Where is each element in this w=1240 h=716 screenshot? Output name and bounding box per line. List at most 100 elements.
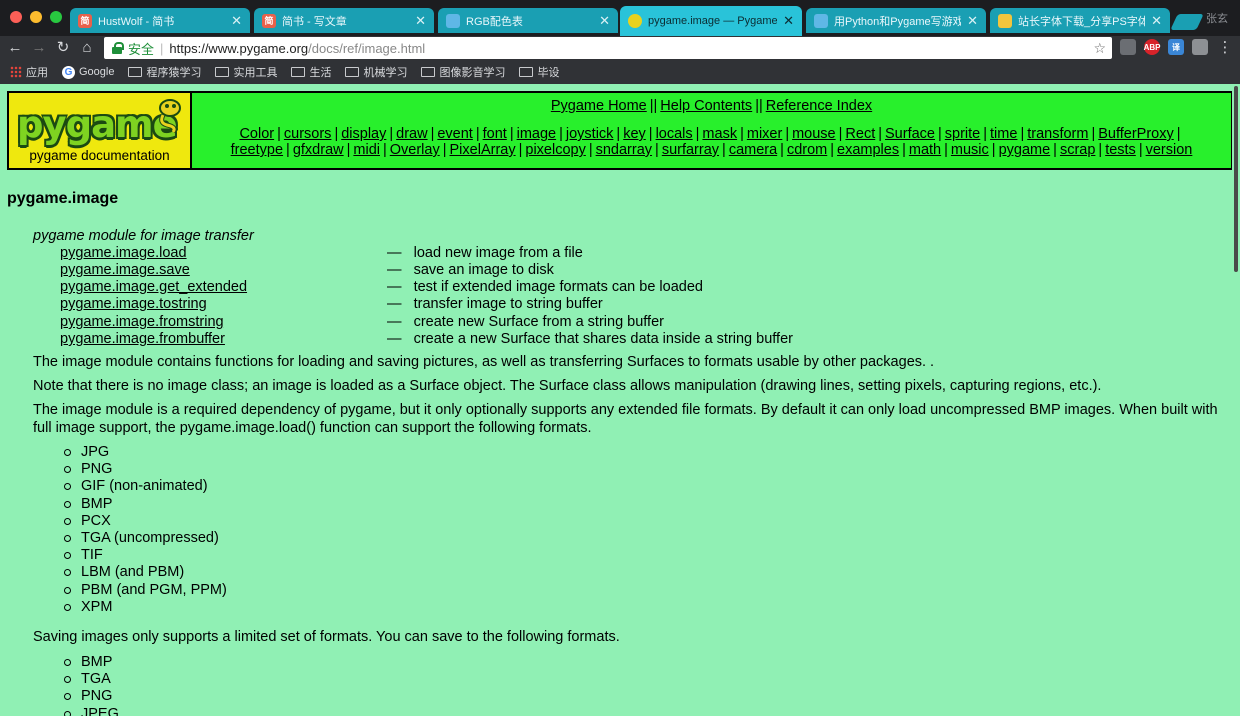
function-link-tostring[interactable]: pygame.image.tostring bbox=[60, 296, 207, 312]
function-link-frombuffer[interactable]: pygame.image.frombuffer bbox=[60, 331, 225, 347]
zoom-window-button[interactable] bbox=[50, 11, 62, 23]
link-separator: | bbox=[938, 126, 942, 142]
module-link-examples[interactable]: examples bbox=[837, 142, 899, 158]
close-icon[interactable]: ✕ bbox=[1151, 13, 1162, 29]
adblock-icon[interactable]: ABP bbox=[1144, 39, 1160, 55]
link-pygame-home[interactable]: Pygame Home bbox=[551, 98, 647, 114]
module-link-cdrom[interactable]: cdrom bbox=[787, 142, 827, 158]
function-link-load[interactable]: pygame.image.load bbox=[60, 245, 187, 261]
module-link-sprite[interactable]: sprite bbox=[945, 126, 980, 142]
module-link-sndarray[interactable]: sndarray bbox=[596, 142, 652, 158]
module-link-color[interactable]: Color bbox=[239, 126, 274, 142]
module-link-image[interactable]: image bbox=[517, 126, 557, 142]
module-link-joystick[interactable]: joystick bbox=[566, 126, 614, 142]
module-link-pygame[interactable]: pygame bbox=[999, 142, 1051, 158]
reload-icon[interactable]: ↻ bbox=[53, 37, 73, 57]
module-link-draw[interactable]: draw bbox=[396, 126, 427, 142]
module-link-scrap[interactable]: scrap bbox=[1060, 142, 1095, 158]
module-link-surfarray[interactable]: surfarray bbox=[662, 142, 719, 158]
module-link-surface[interactable]: Surface bbox=[885, 126, 935, 142]
tab-fonts[interactable]: 站长字体下载_分享PS字体 ✕ bbox=[990, 8, 1170, 33]
tab-python-pygame[interactable]: 用Python和Pygame写游戏 ✕ bbox=[806, 8, 986, 33]
function-link-save[interactable]: pygame.image.save bbox=[60, 262, 190, 278]
function-link-fromstring[interactable]: pygame.image.fromstring bbox=[60, 314, 224, 330]
module-link-font[interactable]: font bbox=[483, 126, 507, 142]
home-icon[interactable]: ⌂ bbox=[77, 37, 97, 57]
module-link-pixelarray[interactable]: PixelArray bbox=[450, 142, 516, 158]
module-link-transform[interactable]: transform bbox=[1027, 126, 1088, 142]
link-separator: | bbox=[277, 126, 281, 142]
bookmark-star-icon[interactable]: ☆ bbox=[1093, 40, 1106, 57]
tab-pygame-image[interactable]: pygame.image — Pygame v ✕ bbox=[620, 6, 802, 36]
link-help-contents[interactable]: Help Contents bbox=[660, 98, 752, 114]
function-link-get-extended[interactable]: pygame.image.get_extended bbox=[60, 279, 247, 295]
module-link-pixelcopy[interactable]: pixelcopy bbox=[525, 142, 585, 158]
bookmark-google[interactable]: G Google bbox=[62, 65, 114, 79]
tab-rgb-colors[interactable]: RGB配色表 ✕ bbox=[438, 8, 618, 33]
dash: — bbox=[387, 331, 402, 347]
close-icon[interactable]: ✕ bbox=[967, 13, 978, 29]
paragraph-save-formats: Saving images only supports a limited se… bbox=[33, 629, 620, 645]
module-link-bufferproxy[interactable]: BufferProxy bbox=[1098, 126, 1174, 142]
close-window-button[interactable] bbox=[10, 11, 22, 23]
close-icon[interactable]: ✕ bbox=[415, 13, 426, 29]
module-link-rect[interactable]: Rect bbox=[845, 126, 875, 142]
module-link-tests[interactable]: tests bbox=[1105, 142, 1136, 158]
address-bar[interactable]: 安全 | https://www.pygame.org/docs/ref/ima… bbox=[104, 37, 1112, 59]
extension-ghost-icon[interactable] bbox=[1120, 39, 1136, 55]
folder-icon bbox=[421, 67, 436, 77]
list-item: TGA bbox=[64, 671, 119, 688]
module-link-overlay[interactable]: Overlay bbox=[390, 142, 440, 158]
module-subtitle: pygame module for image transfer bbox=[33, 228, 254, 244]
forward-icon[interactable]: → bbox=[29, 37, 49, 57]
module-link-gfxdraw[interactable]: gfxdraw bbox=[293, 142, 344, 158]
doc-header: pygame pygame documentation Pygame Home |… bbox=[7, 91, 1232, 170]
module-link-display[interactable]: display bbox=[341, 126, 386, 142]
bookmark-folder-life[interactable]: 生活 bbox=[291, 64, 331, 80]
dash: — bbox=[387, 262, 402, 278]
module-link-version[interactable]: version bbox=[1146, 142, 1193, 158]
bookmark-folder-ml[interactable]: 机械学习 bbox=[345, 64, 407, 80]
function-row: pygame.image.tostring — transfer image t… bbox=[60, 296, 960, 313]
list-item: JPEG bbox=[64, 706, 119, 716]
close-icon[interactable]: ✕ bbox=[599, 13, 610, 29]
minimize-window-button[interactable] bbox=[30, 11, 42, 23]
module-link-camera[interactable]: camera bbox=[729, 142, 777, 158]
bookmark-folder-media[interactable]: 图像影音学习 bbox=[421, 64, 505, 80]
module-link-cursors[interactable]: cursors bbox=[284, 126, 332, 142]
menu-kebab-icon[interactable]: ⋮ bbox=[1215, 37, 1235, 57]
bookmark-folder-tools[interactable]: 实用工具 bbox=[215, 64, 277, 80]
translate-extension-icon[interactable]: 译 bbox=[1168, 39, 1184, 55]
module-link-midi[interactable]: midi bbox=[353, 142, 380, 158]
font-site-favicon-icon bbox=[998, 13, 1012, 28]
module-link-locals[interactable]: locals bbox=[656, 126, 693, 142]
close-icon[interactable]: ✕ bbox=[783, 13, 794, 29]
bookmark-apps[interactable]: 应用 bbox=[10, 64, 48, 80]
close-icon[interactable]: ✕ bbox=[231, 13, 242, 29]
tab-jianshu-write[interactable]: 简 简书 - 写文章 ✕ bbox=[254, 8, 434, 33]
dash: — bbox=[387, 245, 402, 261]
bookmark-folder-programmer[interactable]: 程序猿学习 bbox=[128, 64, 201, 80]
link-reference-index[interactable]: Reference Index bbox=[766, 98, 872, 114]
vertical-scrollbar-thumb[interactable] bbox=[1234, 86, 1238, 272]
module-link-key[interactable]: key bbox=[623, 126, 646, 142]
module-link-mask[interactable]: mask bbox=[702, 126, 737, 142]
profile-name[interactable]: 张玄 bbox=[1206, 10, 1228, 26]
module-link-freetype[interactable]: freetype bbox=[231, 142, 283, 158]
google-translate-icon[interactable] bbox=[1192, 39, 1208, 55]
tab-hustwolf[interactable]: 简 HustWolf - 简书 ✕ bbox=[70, 8, 250, 33]
module-link-music[interactable]: music bbox=[951, 142, 989, 158]
bookmark-folder-thesis[interactable]: 毕设 bbox=[519, 64, 559, 80]
new-tab-button[interactable] bbox=[1170, 14, 1204, 30]
function-row: pygame.image.frombuffer — create a new S… bbox=[60, 331, 960, 348]
bookmark-label: 应用 bbox=[26, 67, 48, 79]
module-link-event[interactable]: event bbox=[437, 126, 472, 142]
back-icon[interactable]: ← bbox=[5, 37, 25, 57]
module-link-mixer[interactable]: mixer bbox=[747, 126, 782, 142]
module-link-math[interactable]: math bbox=[909, 142, 941, 158]
module-link-mouse[interactable]: mouse bbox=[792, 126, 836, 142]
module-link-time[interactable]: time bbox=[990, 126, 1017, 142]
link-separator: | bbox=[902, 142, 906, 158]
pygame-logo-cell[interactable]: pygame pygame documentation bbox=[9, 93, 192, 168]
function-row: pygame.image.fromstring — create new Sur… bbox=[60, 314, 960, 331]
